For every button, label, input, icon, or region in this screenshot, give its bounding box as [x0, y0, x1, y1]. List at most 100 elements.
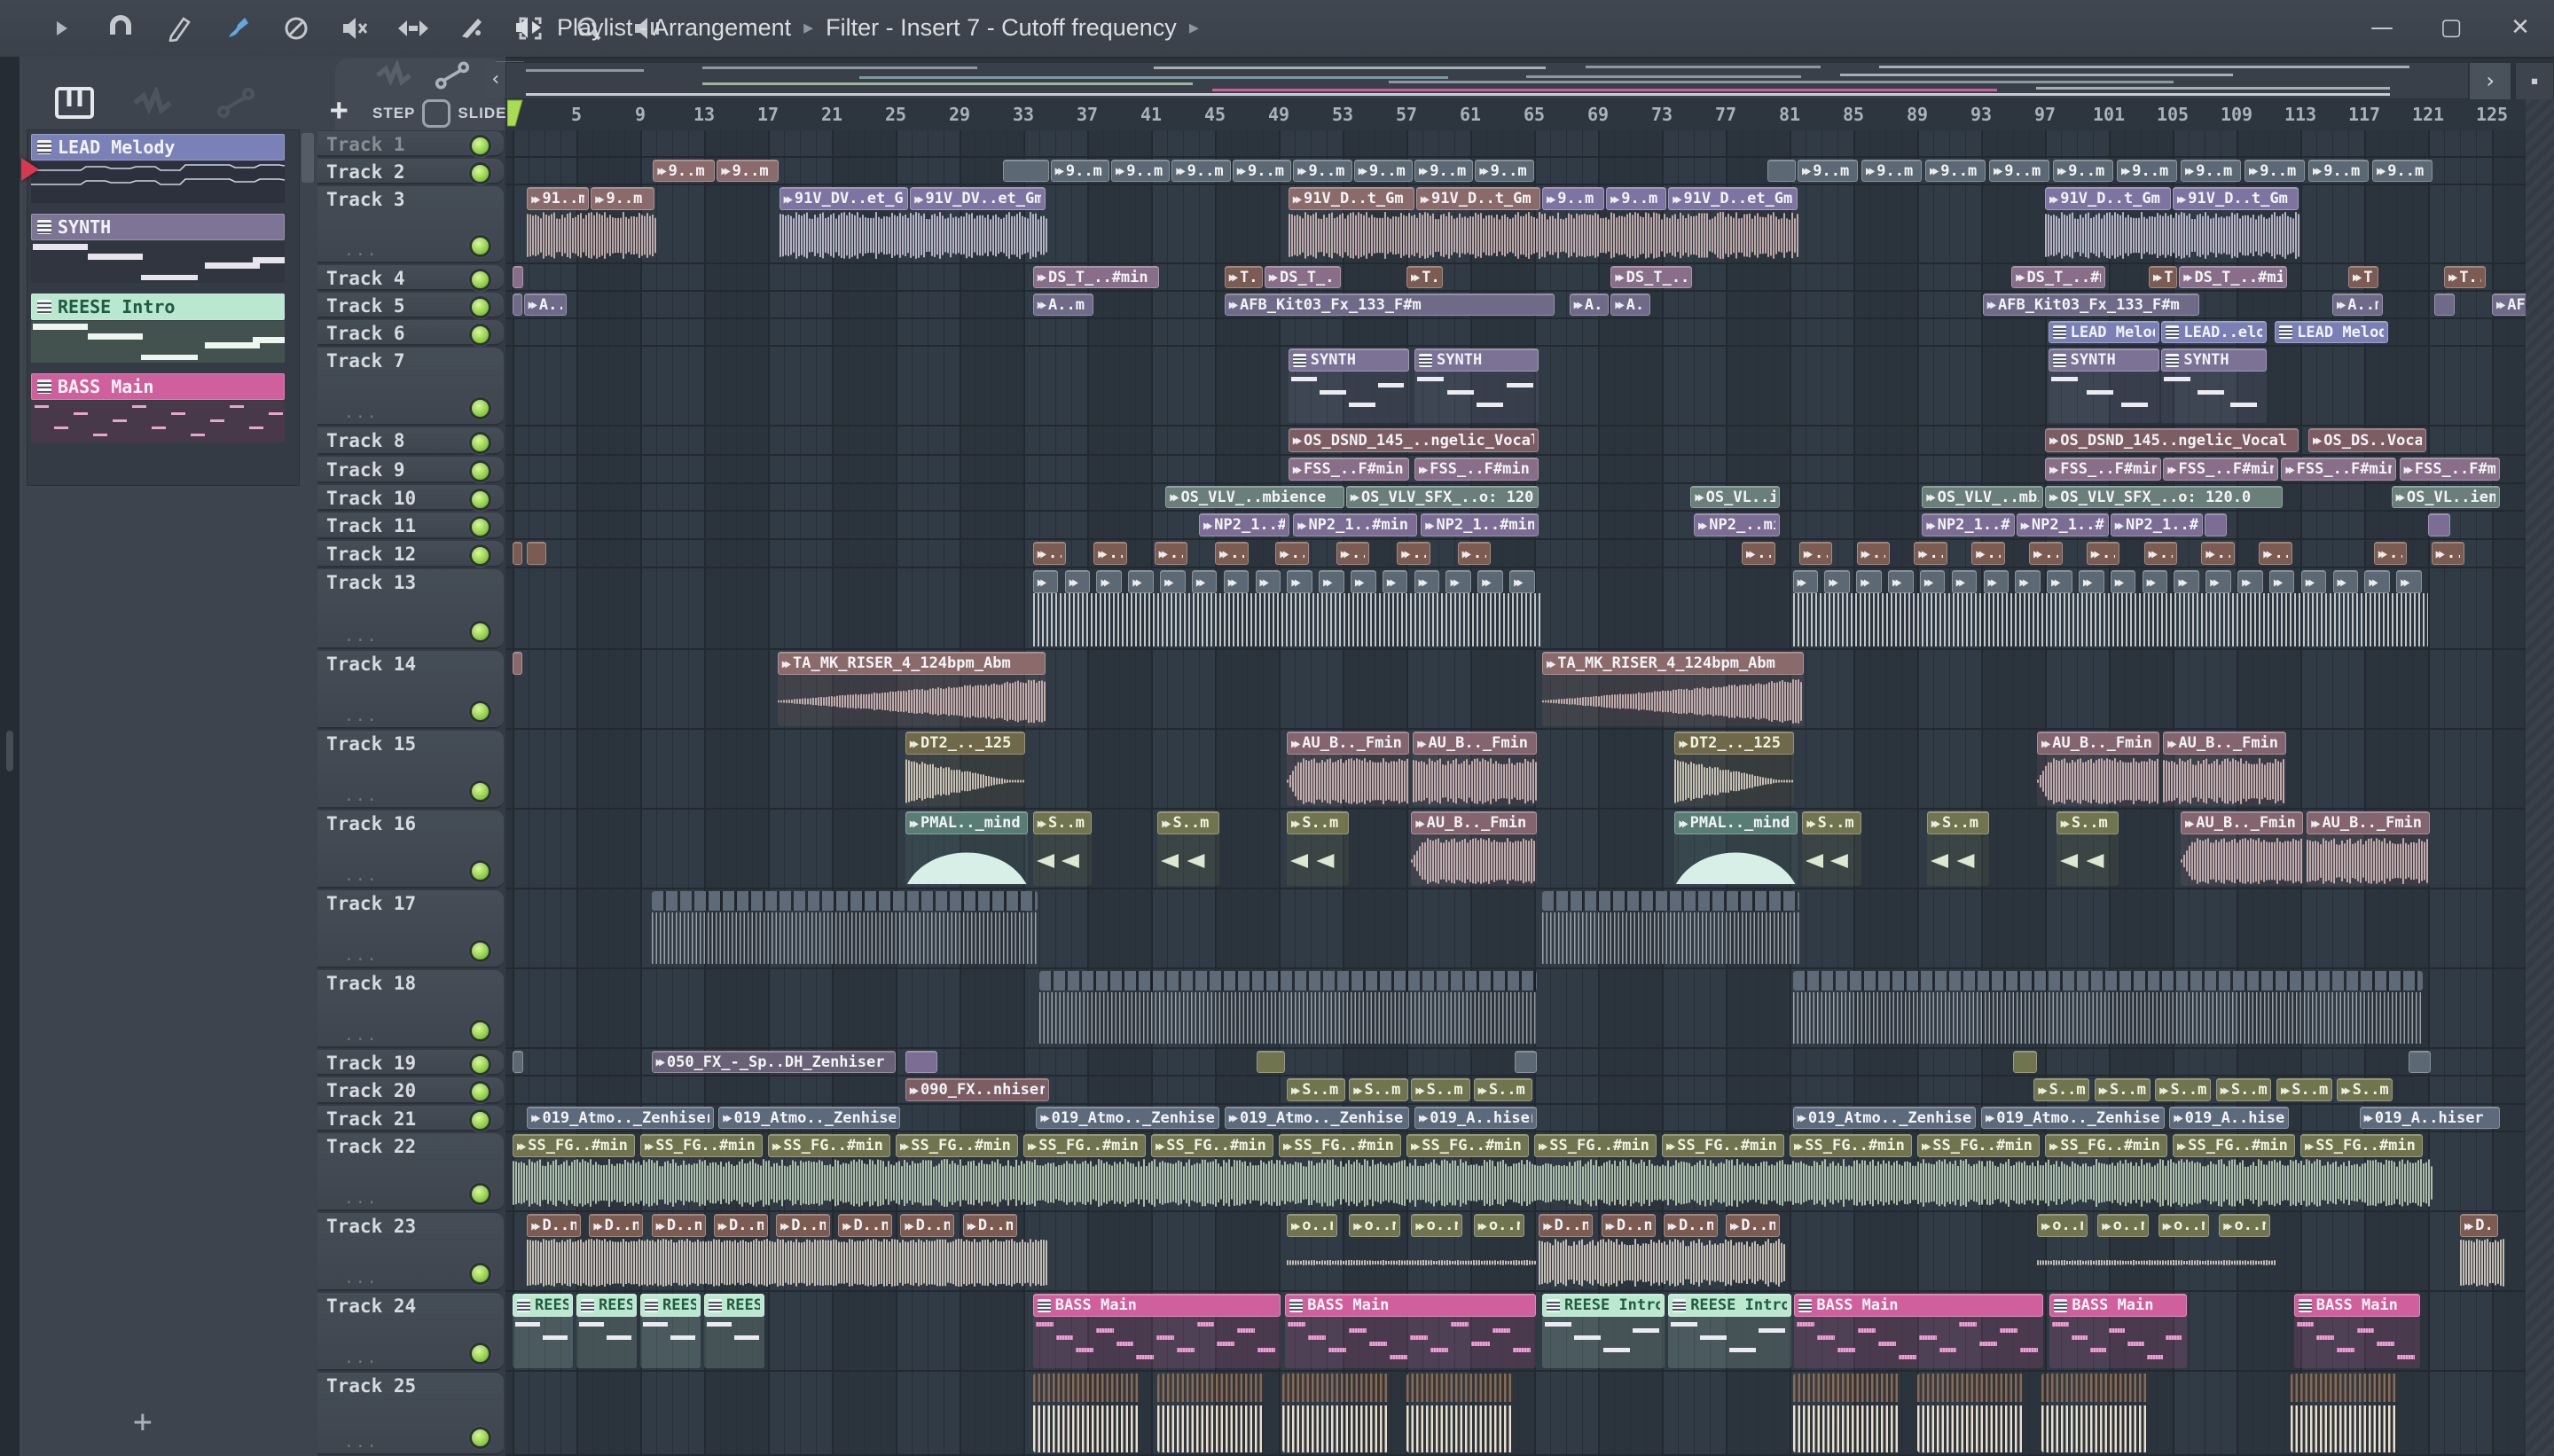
clip-fade[interactable]: [1002, 160, 1049, 182]
clip-stub[interactable]: ▶▶: [2110, 570, 2136, 646]
clip-stub[interactable]: [2205, 513, 2227, 536]
track-mute-led[interactable]: [469, 134, 491, 157]
track-mute-led[interactable]: [469, 1053, 491, 1076]
clip-d..n[interactable]: ▶▶D..n: [651, 1214, 706, 1288]
track-header-5[interactable]: Track 5: [317, 293, 504, 318]
pattern-item-reese-intro[interactable]: REESE Intro: [31, 294, 285, 363]
clip-91..m[interactable]: ▶▶ 91..m: [527, 187, 590, 261]
clip-91v-d..t-gm[interactable]: ▶▶ 91V_D..t_Gm: [1288, 187, 1414, 261]
clip-9..m[interactable]: ▶▶ 9..m: [1353, 160, 1413, 182]
clip-stub[interactable]: [2409, 1051, 2432, 1073]
clip-pmal..-mind[interactable]: ▶▶ PMAL.._mind: [1674, 811, 1798, 886]
track-mute-led[interactable]: [469, 488, 491, 511]
clip-..n[interactable]: ▶▶..n: [1742, 542, 1775, 565]
clip-019-atmo..-zenhiser[interactable]: ▶▶ 019_Atmo.._Zenhiser: [1981, 1107, 2165, 1129]
add-track-button[interactable]: +: [330, 92, 348, 128]
step-checkbox[interactable]: [422, 99, 451, 128]
clip-9..m[interactable]: ▶▶ 9..m: [1050, 160, 1109, 182]
clip-bass-main[interactable]: BASS Main: [1794, 1294, 2043, 1368]
clip-a..m[interactable]: ▶▶A..m: [1569, 294, 1610, 316]
clip-stub[interactable]: [1256, 1051, 1285, 1073]
clip-ss-fg..#min[interactable]: ▶▶ SS_FG..#min: [1790, 1134, 1913, 1209]
clip-d..n[interactable]: ▶▶D..n: [838, 1214, 893, 1288]
clip-au-b..-fmin[interactable]: ▶▶ AU_B.._Fmin: [1287, 732, 1410, 806]
clip-os-dsnd-145..ngelic-vocal[interactable]: ▶▶ OS_DSND_145..ngelic_Vocal: [2045, 428, 2299, 452]
clip-np2-1..#min[interactable]: ▶▶NP2_1..#min: [1421, 513, 1539, 536]
clip-stub[interactable]: ▶▶: [1191, 570, 1218, 646]
clip-stub[interactable]: [513, 266, 524, 288]
clip-stub[interactable]: ▶▶: [1319, 570, 1344, 646]
clip-a..m[interactable]: ▶▶A..m: [2332, 294, 2384, 316]
clip-synth[interactable]: SYNTH: [2048, 348, 2160, 423]
horizontal-scrollbar-minimap[interactable]: [505, 62, 2469, 99]
clip-o..n[interactable]: ▶▶o..n: [1349, 1214, 1400, 1288]
clip-d..n[interactable]: ▶▶D..n: [589, 1214, 644, 1288]
track-header-23[interactable]: Track 23...: [317, 1213, 504, 1291]
clip-comb[interactable]: [1792, 971, 2424, 1045]
clip-9..m[interactable]: ▶▶ 9..m: [1925, 160, 1986, 182]
clip-9..m[interactable]: ▶▶ 9..m: [1542, 187, 1604, 261]
clip-au-b..-fmin[interactable]: ▶▶ AU_B.._Fmin: [2163, 732, 2286, 806]
track-mute-led[interactable]: [469, 621, 491, 643]
clip-..n[interactable]: ▶▶..n: [1336, 542, 1370, 565]
clip-os-vlv-..mbience[interactable]: ▶▶OS_VLV_..mbience: [1165, 486, 1344, 508]
clip-..n[interactable]: ▶▶..n: [1397, 542, 1430, 565]
clip-019-atmo..-zenhiser[interactable]: ▶▶ 019_Atmo.._Zenhiser: [1036, 1107, 1220, 1129]
track-header-11[interactable]: Track 11: [317, 513, 504, 539]
track-header-10[interactable]: Track 10: [317, 485, 504, 511]
clip-ss-fg..#min[interactable]: ▶▶ SS_FG..#min: [1023, 1134, 1147, 1209]
clip-s..m[interactable]: ▶▶ S..m: [1473, 1078, 1532, 1101]
clip-s..m[interactable]: ▶▶ S..m: [2215, 1078, 2272, 1101]
clip-np2-1..#min[interactable]: ▶▶NP2_1..#min: [2110, 513, 2203, 536]
clip-audio-icon[interactable]: [376, 59, 411, 94]
track-header-1[interactable]: Track 1: [317, 131, 504, 157]
clip-..n[interactable]: ▶▶..n: [1215, 542, 1249, 565]
track-mute-led[interactable]: [469, 235, 491, 257]
automation-tab[interactable]: [216, 87, 257, 122]
pattern-item-bass-main[interactable]: BASS Main: [31, 373, 285, 442]
clip-9..m[interactable]: ▶▶ 9..m: [1475, 160, 1534, 182]
track-header-14[interactable]: Track 14...: [317, 651, 504, 729]
clip-fss-..f#min[interactable]: ▶▶FSS_..F#min: [2045, 458, 2162, 481]
clip-91v-d..t-gm[interactable]: ▶▶ 91V_D..t_Gm: [2173, 187, 2299, 261]
clip-stripes[interactable]: [1792, 1374, 1900, 1452]
clip-9..m[interactable]: ▶▶ 9..m: [2372, 160, 2433, 182]
clip-stub[interactable]: [513, 294, 522, 316]
clip-ss-fg..#min[interactable]: ▶▶ SS_FG..#min: [2300, 1134, 2424, 1209]
clip-au-b..-fmin[interactable]: ▶▶ AU_B.._Fmin: [1411, 811, 1538, 886]
clip-a..m[interactable]: ▶▶A..m: [1610, 294, 1651, 316]
clip-ss-fg..#min[interactable]: ▶▶ SS_FG..#min: [2173, 1134, 2296, 1209]
track-header-24[interactable]: Track 24...: [317, 1293, 504, 1371]
clip-ss-fg..#min[interactable]: ▶▶ SS_FG..#min: [1662, 1134, 1785, 1209]
magnet-icon[interactable]: [103, 11, 138, 46]
audio-tab[interactable]: [133, 84, 174, 122]
track-mute-led[interactable]: [469, 1108, 491, 1131]
clip-050-fx---sp..dh-zenhiser[interactable]: ▶▶ 050_FX_-_Sp..DH_Zenhiser: [651, 1051, 896, 1073]
track-mute-led[interactable]: [469, 1020, 491, 1042]
clip-s..m[interactable]: ▶▶ S..m: [2337, 1078, 2393, 1101]
clip-fss-..f#min[interactable]: ▶▶FSS_..F#min: [2281, 458, 2396, 481]
clip-stub[interactable]: ▶▶: [1287, 570, 1312, 646]
clip-ss-fg..#min[interactable]: ▶▶ SS_FG..#min: [1406, 1134, 1530, 1209]
clip-fss-..f#min[interactable]: ▶▶FSS_..F#min: [2163, 458, 2278, 481]
track-header-18[interactable]: Track 18...: [317, 970, 504, 1048]
clip-bass-main[interactable]: BASS Main: [1032, 1294, 1281, 1368]
clip-..n[interactable]: ▶▶..n: [2431, 542, 2465, 565]
clip-reese-intro[interactable]: REESE Intro: [513, 1294, 574, 1368]
clip-ss-fg..#min[interactable]: ▶▶ SS_FG..#min: [768, 1134, 891, 1209]
clip-s..m[interactable]: ▶▶ S..m: [2033, 1078, 2090, 1101]
clip-d..n[interactable]: ▶▶D..n: [962, 1214, 1017, 1288]
track-mute-led[interactable]: [469, 431, 491, 454]
vertical-scrollbar[interactable]: [2526, 99, 2554, 1456]
clip-019-atmo..-zenhiser[interactable]: ▶▶ 019_Atmo.._Zenhiser: [718, 1107, 901, 1129]
clip-..n[interactable]: ▶▶..n: [2029, 542, 2063, 565]
clip-o..n[interactable]: ▶▶o..n: [2219, 1214, 2270, 1288]
clip-os-vlv-sfx-..o-120.0[interactable]: ▶▶ OS_VLV_SFX_..o: 120.0: [1345, 486, 1539, 508]
clip-..n[interactable]: ▶▶..n: [1856, 542, 1891, 565]
clip-stripes[interactable]: [2041, 1374, 2149, 1452]
clip-ss-fg..#min[interactable]: ▶▶ SS_FG..#min: [1151, 1134, 1274, 1209]
clip-lead-melody[interactable]: LEAD Melody: [2275, 321, 2388, 343]
clip-9..m[interactable]: ▶▶ 9..m: [1293, 160, 1352, 182]
clip-stub[interactable]: ▶▶: [1983, 570, 2010, 646]
clip-stub[interactable]: [1515, 1051, 1538, 1073]
